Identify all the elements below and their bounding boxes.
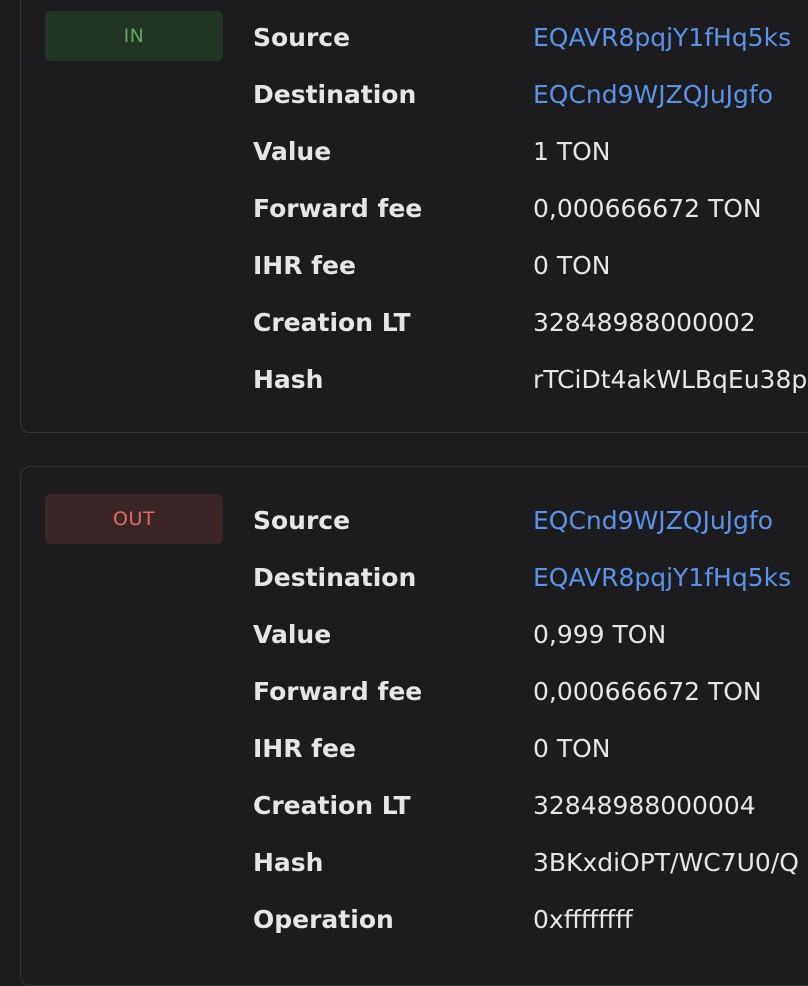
field-row-value: Value 1 TON — [253, 133, 808, 190]
field-row-operation: Operation 0xffffffff — [253, 901, 808, 958]
field-label: Forward fee — [253, 194, 423, 223]
field-label: Hash — [253, 848, 324, 877]
field-label: Forward fee — [253, 677, 423, 706]
field-row-hash: Hash 3BKxdiOPT/WC7U0/Q — [253, 844, 808, 901]
field-label: Creation LT — [253, 308, 411, 337]
destination-address-link[interactable]: EQAVR8pqjY1fHq5ks — [533, 559, 791, 597]
field-label: Value — [253, 620, 332, 649]
field-row-creation-lt: Creation LT 32848988000002 — [253, 304, 808, 361]
field-value: 32848988000004 — [533, 791, 756, 820]
field-label: Operation — [253, 905, 394, 934]
field-value: 0,000666672 TON — [533, 194, 762, 223]
field-value: 0 TON — [533, 734, 611, 763]
field-row-hash: Hash rTCiDt4akWLBqEu38p — [253, 361, 808, 418]
out-message-card: OUT Source EQCnd9WJZQJuJgfo Destination … — [20, 466, 808, 986]
field-label: Value — [253, 137, 332, 166]
field-row-forward-fee: Forward fee 0,000666672 TON — [253, 190, 808, 247]
field-value: 3BKxdiOPT/WC7U0/Q — [533, 848, 799, 877]
field-row-forward-fee: Forward fee 0,000666672 TON — [253, 673, 808, 730]
source-address-link[interactable]: EQAVR8pqjY1fHq5ks — [533, 19, 791, 57]
in-badge: IN — [45, 11, 223, 61]
field-value: 0 TON — [533, 251, 611, 280]
field-value: 1 TON — [533, 137, 611, 166]
field-label: Source — [253, 23, 351, 52]
out-message-fields: Source EQCnd9WJZQJuJgfo Destination EQAV… — [253, 502, 808, 958]
field-label: Destination — [253, 80, 417, 109]
destination-address-link[interactable]: EQCnd9WJZQJuJgfo — [533, 76, 773, 114]
field-value: 32848988000002 — [533, 308, 756, 337]
field-label: Destination — [253, 563, 417, 592]
field-value: 0xffffffff — [533, 905, 633, 934]
field-label: IHR fee — [253, 251, 356, 280]
field-label: Source — [253, 506, 351, 535]
out-badge: OUT — [45, 494, 223, 544]
field-row-ihr-fee: IHR fee 0 TON — [253, 730, 808, 787]
field-row-destination: Destination EQCnd9WJZQJuJgfo — [253, 76, 808, 133]
field-row-destination: Destination EQAVR8pqjY1fHq5ks — [253, 559, 808, 616]
field-label: IHR fee — [253, 734, 356, 763]
field-row-source: Source EQAVR8pqjY1fHq5ks — [253, 19, 808, 76]
in-message-card: IN Source EQAVR8pqjY1fHq5ks Destination … — [20, 0, 808, 433]
field-row-ihr-fee: IHR fee 0 TON — [253, 247, 808, 304]
field-row-creation-lt: Creation LT 32848988000004 — [253, 787, 808, 844]
field-label: Hash — [253, 365, 324, 394]
field-row-value: Value 0,999 TON — [253, 616, 808, 673]
field-value: 0,000666672 TON — [533, 677, 762, 706]
field-value: rTCiDt4akWLBqEu38p — [533, 365, 808, 394]
field-row-source: Source EQCnd9WJZQJuJgfo — [253, 502, 808, 559]
source-address-link[interactable]: EQCnd9WJZQJuJgfo — [533, 502, 773, 540]
field-label: Creation LT — [253, 791, 411, 820]
in-message-fields: Source EQAVR8pqjY1fHq5ks Destination EQC… — [253, 19, 808, 418]
field-value: 0,999 TON — [533, 620, 667, 649]
